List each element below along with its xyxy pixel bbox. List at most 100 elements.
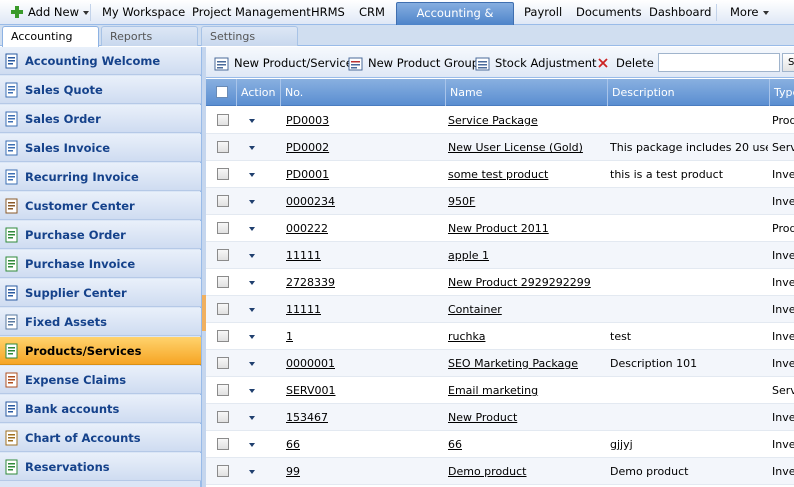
row-checkbox[interactable] xyxy=(217,222,229,234)
row-checkbox[interactable] xyxy=(217,249,229,261)
product-number-link[interactable]: SERV001 xyxy=(286,377,446,403)
sidebar-item-chart-of-accounts[interactable]: Chart of Accounts xyxy=(0,424,201,452)
product-name-link[interactable]: ruchka xyxy=(448,323,606,349)
product-name-link[interactable]: some test product xyxy=(448,161,606,187)
menu-hrms[interactable]: HRMS xyxy=(311,4,345,23)
row-action-menu-icon[interactable] xyxy=(249,335,255,339)
table-row[interactable]: 000222 New Product 2011 Prod xyxy=(206,215,794,242)
product-number-link[interactable]: 1 xyxy=(286,323,446,349)
row-checkbox[interactable] xyxy=(217,438,229,450)
table-row[interactable]: 0000001 SEO Marketing Package Description … xyxy=(206,350,794,377)
menu-crm[interactable]: CRM xyxy=(359,4,385,23)
product-number-link[interactable]: 66 xyxy=(286,431,446,457)
row-action-menu-icon[interactable] xyxy=(249,119,255,123)
row-checkbox[interactable] xyxy=(217,384,229,396)
product-name-link[interactable]: New Product xyxy=(448,404,606,430)
product-number-link[interactable]: 2728339 xyxy=(286,269,446,295)
header-name[interactable]: Name xyxy=(446,79,608,106)
sidebar-item-sales-order[interactable]: Sales Order xyxy=(0,105,201,133)
new-product-button[interactable]: New Product/Service xyxy=(214,55,353,71)
header-no[interactable]: No. xyxy=(281,79,446,106)
header-description[interactable]: Description xyxy=(608,79,770,106)
sidebar-item-customer-center[interactable]: Customer Center xyxy=(0,192,201,220)
product-name-link[interactable]: New Product 2929292299 xyxy=(448,269,606,295)
table-row[interactable]: 11111 Container Inve xyxy=(206,296,794,323)
row-action-menu-icon[interactable] xyxy=(249,308,255,312)
row-action-menu-icon[interactable] xyxy=(249,443,255,447)
product-name-link[interactable]: SEO Marketing Package xyxy=(448,350,606,376)
sidebar-item-sales-invoice[interactable]: Sales Invoice xyxy=(0,134,201,162)
sidebar-item-recurring-invoice[interactable]: Recurring Invoice xyxy=(0,163,201,191)
product-number-link[interactable]: 11111 xyxy=(286,242,446,268)
menu-dashboard[interactable]: Dashboard xyxy=(649,4,711,23)
add-new-menu[interactable]: Add New xyxy=(28,4,90,23)
header-type[interactable]: Type xyxy=(770,79,794,106)
row-checkbox[interactable] xyxy=(217,411,229,423)
row-action-menu-icon[interactable] xyxy=(249,470,255,474)
product-number-link[interactable]: PD0003 xyxy=(286,107,446,133)
sidebar-item-fixed-assets[interactable]: Fixed Assets xyxy=(0,308,201,336)
table-row[interactable]: 153467 New Product Inve xyxy=(206,404,794,431)
row-checkbox[interactable] xyxy=(217,276,229,288)
table-row[interactable]: SERV001 Email marketing Serv xyxy=(206,377,794,404)
menu-payroll[interactable]: Payroll xyxy=(524,4,562,23)
menu-more[interactable]: More xyxy=(730,4,769,23)
sidebar-item-reservations[interactable]: Reservations xyxy=(0,453,201,481)
table-row[interactable]: 66 66 gjjyj Inve xyxy=(206,431,794,458)
row-checkbox[interactable] xyxy=(217,465,229,477)
product-name-link[interactable]: 66 xyxy=(448,431,606,457)
menu-my-workspace[interactable]: My Workspace xyxy=(102,4,185,23)
sidebar-item-expense-claims[interactable]: Expense Claims xyxy=(0,366,201,394)
row-action-menu-icon[interactable] xyxy=(249,416,255,420)
product-number-link[interactable]: 000222 xyxy=(286,215,446,241)
product-name-link[interactable]: New Product 2011 xyxy=(448,215,606,241)
product-name-link[interactable]: Demo product xyxy=(448,458,606,484)
sidebar-item-supplier-center[interactable]: Supplier Center xyxy=(0,279,201,307)
product-number-link[interactable]: 153467 xyxy=(286,404,446,430)
search-button[interactable]: S xyxy=(782,53,794,72)
table-row[interactable]: 0000234 950F Inve xyxy=(206,188,794,215)
row-action-menu-icon[interactable] xyxy=(249,281,255,285)
row-action-menu-icon[interactable] xyxy=(249,227,255,231)
product-name-link[interactable]: apple 1 xyxy=(448,242,606,268)
row-checkbox[interactable] xyxy=(217,303,229,315)
row-action-menu-icon[interactable] xyxy=(249,146,255,150)
sidebar-item-accounting-welcome[interactable]: Accounting Welcome xyxy=(0,47,201,75)
row-checkbox[interactable] xyxy=(217,114,229,126)
product-number-link[interactable]: 99 xyxy=(286,458,446,484)
table-row[interactable]: PD0001 some test product this is a test pr… xyxy=(206,161,794,188)
product-number-link[interactable]: 11111 xyxy=(286,296,446,322)
row-checkbox[interactable] xyxy=(217,330,229,342)
table-row[interactable]: 1 ruchka test Inve xyxy=(206,323,794,350)
menu-project-management[interactable]: Project Management xyxy=(192,4,311,23)
row-checkbox[interactable] xyxy=(217,195,229,207)
product-name-link[interactable]: Service Package xyxy=(448,107,606,133)
table-row[interactable]: 99 Demo product Demo product Inve xyxy=(206,458,794,485)
table-row[interactable]: PD0002 New User License (Gold) This packag… xyxy=(206,134,794,161)
row-checkbox[interactable] xyxy=(217,168,229,180)
row-action-menu-icon[interactable] xyxy=(249,200,255,204)
row-checkbox[interactable] xyxy=(217,357,229,369)
row-action-menu-icon[interactable] xyxy=(249,362,255,366)
row-action-menu-icon[interactable] xyxy=(249,254,255,258)
sidebar-item-sales-quote[interactable]: Sales Quote xyxy=(0,76,201,104)
tab-accounting[interactable]: Accounting xyxy=(2,26,99,47)
table-row[interactable]: 11111 apple 1 Inve xyxy=(206,242,794,269)
table-row[interactable]: PD0003 Service Package Prod xyxy=(206,107,794,134)
row-action-menu-icon[interactable] xyxy=(249,173,255,177)
delete-button[interactable]: Delete xyxy=(596,55,654,71)
table-row[interactable]: 2728339 New Product 2929292299 Inve xyxy=(206,269,794,296)
product-name-link[interactable]: Container xyxy=(448,296,606,322)
product-name-link[interactable]: New User License (Gold) xyxy=(448,134,606,160)
product-name-link[interactable]: 950F xyxy=(448,188,606,214)
sidebar-item-bank-accounts[interactable]: Bank accounts xyxy=(0,395,201,423)
product-number-link[interactable]: 0000234 xyxy=(286,188,446,214)
search-input[interactable] xyxy=(658,53,780,72)
stock-adjustment-button[interactable]: Stock Adjustment xyxy=(475,55,597,71)
header-action[interactable]: Action xyxy=(237,79,281,106)
sidebar-item-products-services[interactable]: Products/Services xyxy=(0,337,201,365)
new-group-button[interactable]: New Product Group xyxy=(348,55,479,71)
tab-settings[interactable]: Settings xyxy=(201,26,298,46)
menu-documents[interactable]: Documents xyxy=(576,4,642,23)
sidebar-item-purchase-invoice[interactable]: Purchase Invoice xyxy=(0,250,201,278)
